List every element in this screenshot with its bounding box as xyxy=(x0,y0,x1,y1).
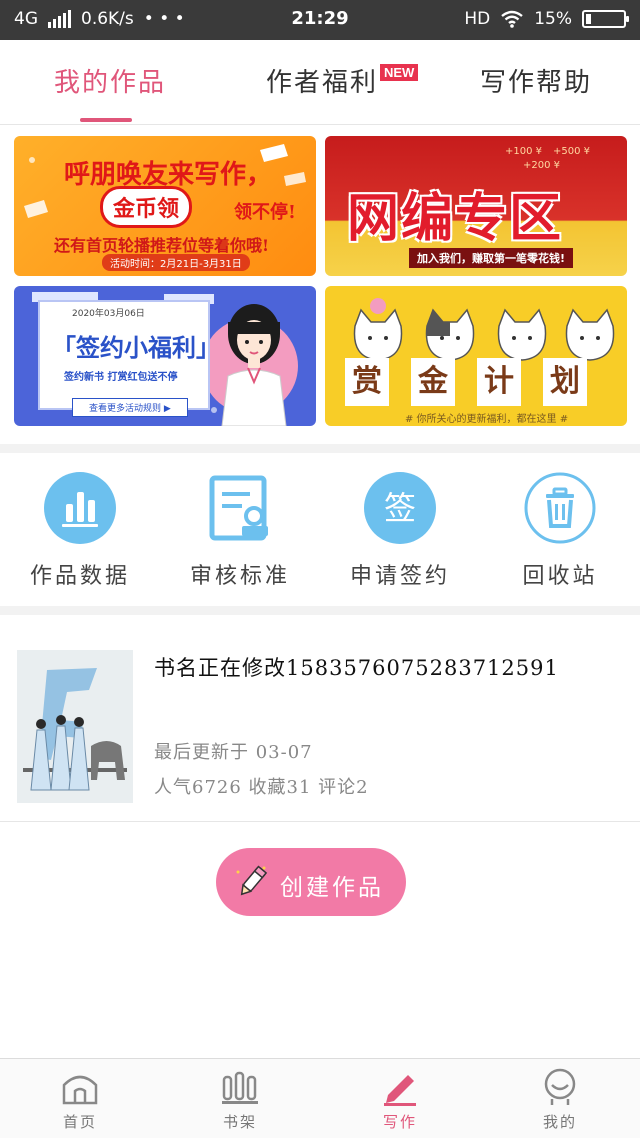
sign-benefits-date: 2020年03月06日 xyxy=(72,309,145,319)
action-work-data[interactable]: 作品数据 xyxy=(25,472,135,590)
sign-benefits-more-button[interactable]: 查看更多活动规则 ▶ xyxy=(72,398,188,417)
banner-sign-benefits[interactable]: 2020年03月06日 「签约小福利」 签约新书 打赏红包送不停 查看更多活动规… xyxy=(14,286,316,426)
money-tag: +200 ¥ xyxy=(523,160,561,171)
banner-editor-zone[interactable]: +100 ¥ +500 ¥ +200 ¥ 网编专区 加入我们，赚取第一笔零花钱! xyxy=(325,136,627,276)
banner-invite-coins: 金币领 xyxy=(100,186,193,228)
banner-editor-subtitle: 加入我们，赚取第一笔零花钱! xyxy=(409,248,574,268)
banner-editor-title: 网编专区 xyxy=(347,188,564,249)
status-bar: 4G 0.6K/s • • • 21:29 HD 15% xyxy=(0,0,640,40)
action-label: 申请签约 xyxy=(349,564,450,589)
money-tag: +500 ¥ xyxy=(553,146,591,157)
battery-icon xyxy=(582,10,629,28)
action-recycle-bin[interactable]: 回收站 xyxy=(505,472,615,590)
reward-char: 划 xyxy=(543,358,587,406)
work-title: 书名正在修改1583576075283712591 xyxy=(154,656,559,680)
pen-icon xyxy=(384,1075,416,1106)
reward-char: 赏 xyxy=(345,358,389,406)
tab-writing-help[interactable]: 写作帮助 xyxy=(480,62,592,99)
battery-percent: 15% xyxy=(534,9,572,29)
sign-contract-icon: 签 xyxy=(364,472,436,544)
pencil-icon xyxy=(236,865,268,896)
reward-char: 计 xyxy=(477,358,521,406)
book-cover-image xyxy=(17,650,133,803)
nav-label: 首页 xyxy=(62,1113,97,1131)
sign-benefits-subtitle: 签约新书 打赏红包送不停 xyxy=(64,372,178,383)
action-label: 回收站 xyxy=(522,564,598,589)
nav-write[interactable]: 写作 xyxy=(360,1067,440,1132)
bookshelf-icon xyxy=(222,1071,258,1104)
svg-text:签: 签 xyxy=(384,489,416,527)
action-label: 作品数据 xyxy=(29,564,130,589)
top-tabs: 我的作品 作者福利 NEW 写作帮助 xyxy=(0,40,640,125)
reward-char: 金 xyxy=(411,358,455,406)
profile-icon xyxy=(544,1068,576,1105)
banner-reward-plan[interactable]: 赏 金 计 划 # 你所关心的更新福利，都在这里 # xyxy=(325,286,627,426)
reward-plan-note: # 你所关心的更新福利，都在这里 # xyxy=(405,414,569,425)
work-item[interactable]: 书名正在修改1583576075283712591 最后更新于 03-07 人气… xyxy=(0,616,640,822)
reward-plan-title: 赏 金 计 划 xyxy=(345,358,587,406)
work-last-updated: 最后更新于 03-07 xyxy=(154,742,313,763)
tab-my-works[interactable]: 我的作品 xyxy=(54,62,166,99)
sign-benefits-title: 「签约小福利」 xyxy=(52,333,220,362)
new-badge: NEW xyxy=(380,64,419,81)
tab-author-benefits[interactable]: 作者福利 xyxy=(266,62,378,99)
nav-bookshelf[interactable]: 书架 xyxy=(200,1067,280,1132)
trash-icon xyxy=(524,472,596,544)
action-apply-contract[interactable]: 签 申请签约 xyxy=(345,472,455,590)
review-document-icon xyxy=(209,475,268,541)
banner-grid: 呼朋唤友来写作， 金币领 领不停! 还有首页轮播推荐位等着你哦! 活动时间：2月… xyxy=(0,126,640,444)
section-divider xyxy=(0,606,640,615)
active-tab-indicator xyxy=(80,118,132,122)
banner-invite-line3: 还有首页轮播推荐位等着你哦! xyxy=(54,236,270,255)
action-label: 审核标准 xyxy=(189,564,290,589)
girl-illustration xyxy=(221,304,287,426)
nav-label: 书架 xyxy=(222,1113,257,1131)
hd-indicator: HD xyxy=(464,9,491,29)
banner-invite-friends[interactable]: 呼朋唤友来写作， 金币领 领不停! 还有首页轮播推荐位等着你哦! 活动时间：2月… xyxy=(14,136,316,276)
create-work-label: 创建作品 xyxy=(280,875,384,901)
wifi-icon xyxy=(501,10,523,28)
nav-profile[interactable]: 我的 xyxy=(520,1067,600,1132)
home-icon xyxy=(62,1075,98,1105)
bottom-nav: 首页 书架 写作 我的 xyxy=(0,1058,640,1138)
bar-chart-icon xyxy=(44,472,116,544)
nav-home[interactable]: 首页 xyxy=(40,1067,120,1132)
banner-invite-dates: 活动时间：2月21日-3月31日 xyxy=(102,254,250,271)
action-review-standards[interactable]: 审核标准 xyxy=(185,472,295,590)
money-tag: +100 ¥ xyxy=(505,146,543,157)
create-work-button[interactable]: 创建作品 xyxy=(216,848,406,916)
section-divider xyxy=(0,444,640,453)
nav-label: 我的 xyxy=(542,1113,577,1131)
banner-invite-nonstop: 领不停! xyxy=(234,202,296,223)
quick-actions: 作品数据 审核标准 签 申请签约 回收站 xyxy=(0,454,640,606)
nav-label: 写作 xyxy=(382,1113,417,1131)
work-stats: 人气6726 收藏31 评论2 xyxy=(154,777,369,798)
